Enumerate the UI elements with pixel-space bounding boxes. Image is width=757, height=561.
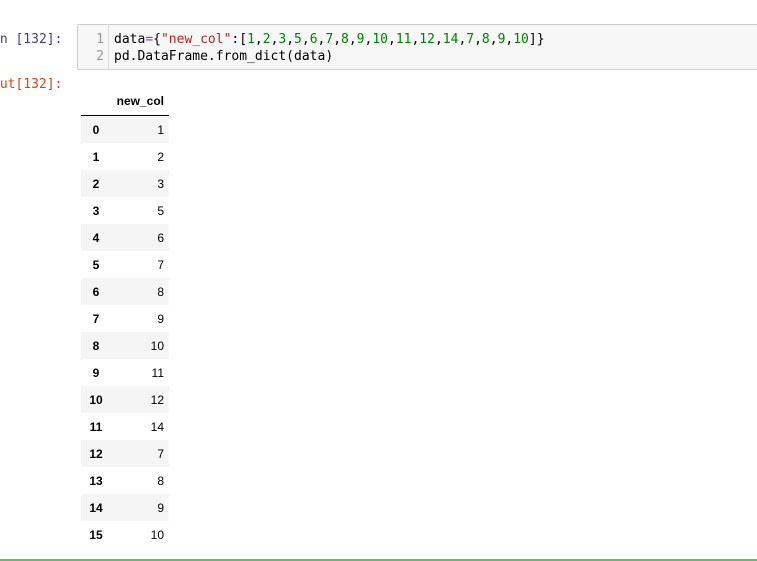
code-token: ]} bbox=[528, 32, 545, 47]
row-index: 15 bbox=[89, 527, 103, 542]
table-row: 35 bbox=[81, 197, 169, 224]
code-token: { bbox=[153, 32, 161, 47]
row-index: 13 bbox=[89, 473, 103, 488]
table-row: 12 7 bbox=[81, 440, 169, 467]
row-index: 4 bbox=[92, 230, 100, 245]
number-token: 8 bbox=[341, 32, 349, 47]
row-index: 5 bbox=[92, 257, 100, 272]
line-number: 2 bbox=[96, 49, 104, 64]
code-token: , bbox=[333, 32, 342, 47]
row-index: 3 bbox=[92, 203, 100, 218]
code-line-1: 1 data={"new_col":[1,2,3,5,6,7,8,9,10,11,… bbox=[78, 31, 545, 48]
number-token: 7 bbox=[466, 32, 475, 47]
row-index: 9 bbox=[92, 365, 100, 380]
row-index: 10 bbox=[89, 392, 103, 407]
number-token: 10 bbox=[513, 32, 529, 47]
code-text[interactable]: data={"new_col":[1,2,3,5,6,7,8,9,10,11,1… bbox=[108, 31, 545, 48]
row-index: 11 bbox=[89, 419, 103, 434]
table-row: 79 bbox=[81, 305, 169, 332]
number-token: 10 bbox=[372, 32, 388, 47]
table-header-row: new_col bbox=[81, 86, 169, 116]
code-text[interactable]: pd.DataFrame.from_dict(data) bbox=[108, 48, 333, 65]
input-prompt: In [132]: bbox=[0, 32, 63, 47]
row-index: 1 bbox=[92, 149, 100, 164]
table-row: 46 bbox=[81, 224, 169, 251]
code-token: , bbox=[489, 32, 498, 47]
line-number: 1 bbox=[96, 32, 104, 47]
code-token: :[ bbox=[231, 32, 248, 47]
notebook-page: In [132]: 1data={"new_col":[1,2,3,5,6,7,… bbox=[0, 0, 757, 561]
code-line-2: 2 pd.DataFrame.from_dict(data) bbox=[78, 48, 333, 65]
table-row: 9 11 bbox=[81, 359, 169, 386]
cell-value: 11 bbox=[151, 365, 164, 380]
cell-value: 9 bbox=[157, 311, 164, 326]
number-token: 1 bbox=[247, 32, 255, 47]
row-index: 8 bbox=[92, 338, 100, 353]
output-area: new_col 0 1 1 2 2 3 3 5 4 6 5 7 6 8 7 9 8 10 9 11 10 12 11 14 12… bbox=[81, 86, 169, 548]
cell-value: 12 bbox=[150, 392, 164, 407]
cell-value: 8 bbox=[157, 284, 164, 299]
table-row: 01 bbox=[81, 115, 169, 143]
table-row: 11 14 bbox=[81, 413, 169, 440]
cell-value: 8 bbox=[157, 473, 164, 488]
cell-value: 7 bbox=[157, 257, 164, 272]
table-row: 14 9 bbox=[81, 494, 169, 521]
table-row: 12 bbox=[81, 143, 169, 170]
table-row: 10 12 bbox=[81, 386, 169, 413]
code-token: , bbox=[348, 32, 357, 47]
code-token: , bbox=[286, 32, 295, 47]
code-cell-input[interactable]: 1 data={"new_col":[1,2,3,5,6,7,8,9,10,11,… bbox=[77, 24, 757, 70]
code-token: data bbox=[114, 32, 146, 47]
cell-value: 6 bbox=[157, 230, 164, 245]
column-header: new_col bbox=[111, 86, 169, 116]
row-index: 14 bbox=[89, 500, 103, 515]
cell-value: 5 bbox=[157, 203, 164, 218]
table-row: 23 bbox=[81, 170, 169, 197]
cell-value: 2 bbox=[157, 149, 164, 164]
dataframe-table: new_col 0 1 1 2 2 3 3 5 4 6 5 7 6 8 7 9 8 10 9 11 10 12 11 14 12… bbox=[81, 86, 169, 548]
number-token: 2 bbox=[262, 32, 271, 47]
number-token: 5 bbox=[294, 32, 302, 47]
string-token: "new_col" bbox=[160, 32, 232, 47]
code-token: , bbox=[254, 32, 263, 47]
table-row: 15 10 bbox=[81, 521, 169, 548]
number-token: 14 bbox=[442, 32, 459, 47]
number-token: 7 bbox=[325, 32, 334, 47]
cell-value: 3 bbox=[157, 176, 164, 191]
row-index: 7 bbox=[92, 311, 100, 326]
code-token: , bbox=[387, 32, 396, 47]
number-token: 9 bbox=[356, 32, 365, 47]
row-index: 12 bbox=[89, 446, 103, 461]
table-row: 57 bbox=[81, 251, 169, 278]
output-prompt: Out[132]: bbox=[0, 77, 63, 92]
number-token: 8 bbox=[481, 32, 490, 47]
table-row: 8 10 bbox=[81, 332, 169, 359]
cell-value: 1 bbox=[157, 122, 164, 137]
number-token: 12 bbox=[419, 32, 435, 47]
row-index: 0 bbox=[92, 122, 100, 137]
cell-value: 14 bbox=[150, 419, 164, 434]
cell-value: 7 bbox=[157, 446, 164, 461]
dataframe-body: 0 1 1 2 2 3 3 5 4 6 5 7 6 8 7 9 8 10 9 11 10 12 11 14 12 7 13 8 14 9 1… bbox=[81, 115, 169, 549]
row-index: 2 bbox=[92, 176, 100, 191]
code-token: , bbox=[301, 32, 310, 47]
row-index: 6 bbox=[92, 284, 100, 299]
table-row: 13 8 bbox=[81, 467, 169, 494]
operator-token: = bbox=[145, 32, 154, 47]
table-row: 68 bbox=[81, 278, 169, 305]
code-token: , bbox=[474, 32, 482, 47]
cell-value: 10 bbox=[150, 338, 164, 353]
cell-value: 9 bbox=[157, 500, 164, 515]
cell-value: 10 bbox=[150, 527, 164, 542]
code-token: , bbox=[434, 32, 443, 47]
index-header bbox=[81, 86, 111, 116]
number-token: 6 bbox=[309, 32, 318, 47]
number-token: 11 bbox=[395, 32, 412, 47]
